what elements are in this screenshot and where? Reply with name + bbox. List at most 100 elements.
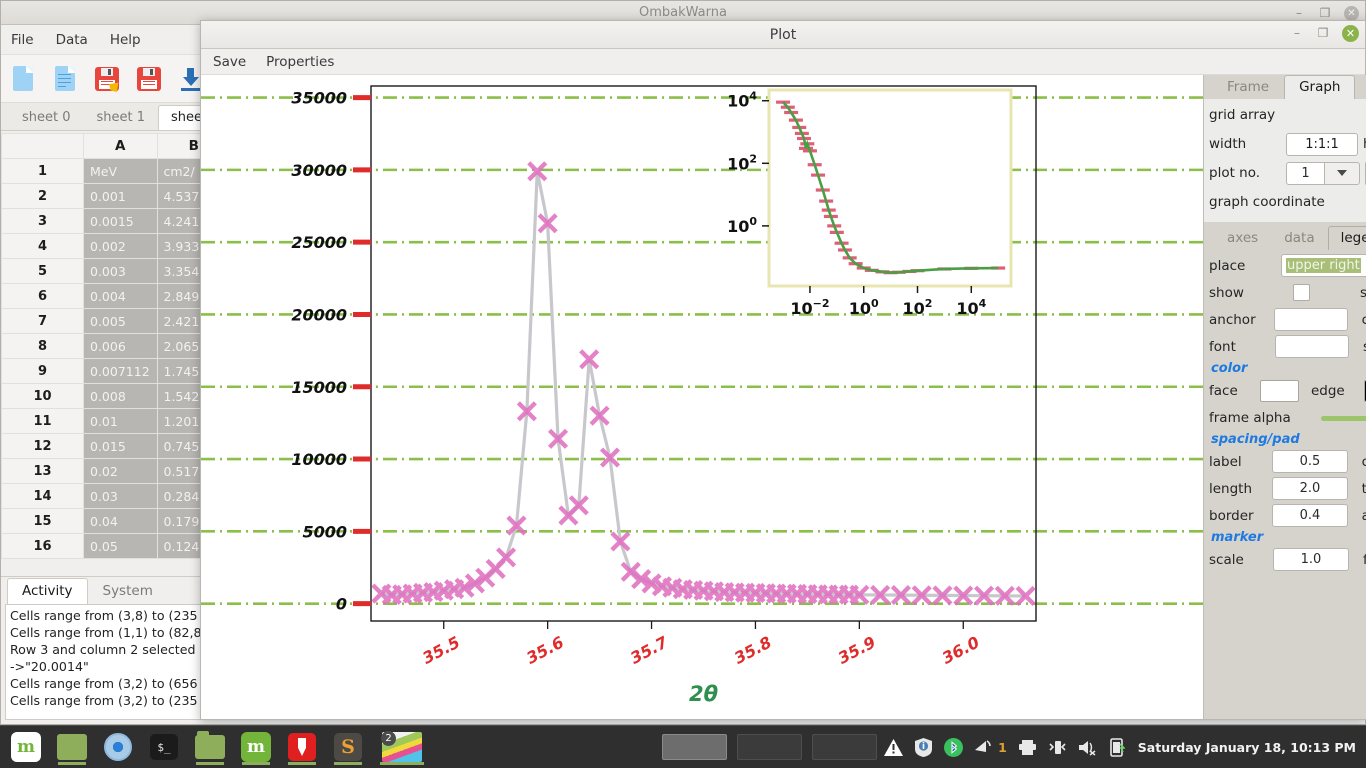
mint-menu-icon[interactable]: m: [6, 729, 46, 765]
chromium-icon[interactable]: [98, 729, 138, 765]
cell-a[interactable]: 0.04: [84, 509, 158, 534]
ombakwarna-icon[interactable]: 2: [374, 729, 430, 765]
cell-a[interactable]: 0.0015: [84, 209, 158, 234]
tab-legend[interactable]: legend: [1328, 226, 1366, 250]
table-row[interactable]: 30.00154.241: [2, 209, 231, 234]
cell-a[interactable]: 0.008: [84, 384, 158, 409]
plot-maximize-icon[interactable]: ❐: [1316, 26, 1330, 40]
maximize-icon[interactable]: ❐: [1318, 6, 1332, 20]
table-row[interactable]: 70.0052.421: [2, 309, 231, 334]
sheet-tab-1[interactable]: sheet 1: [84, 105, 159, 130]
place-value-wrap[interactable]: upper right: [1281, 254, 1366, 277]
close-icon[interactable]: ✕: [1344, 6, 1359, 21]
table-row[interactable]: 90.0071121.745: [2, 359, 231, 384]
plot-menu-save[interactable]: Save: [213, 54, 246, 70]
cell-a[interactable]: 0.007112: [84, 359, 158, 384]
row-header[interactable]: 13: [2, 459, 84, 484]
row-header[interactable]: 7: [2, 309, 84, 334]
cell-a[interactable]: 0.01: [84, 409, 158, 434]
table-row[interactable]: 100.0081.542: [2, 384, 231, 409]
cell-a[interactable]: 0.05: [84, 534, 158, 559]
window-icon[interactable]: [52, 729, 92, 765]
save-as-icon[interactable]: [93, 65, 121, 93]
row-header[interactable]: 15: [2, 509, 84, 534]
taskbar-window-2[interactable]: [737, 734, 802, 760]
network-disconnected-icon[interactable]: [1048, 738, 1067, 757]
grid-corner[interactable]: [2, 134, 84, 159]
table-row[interactable]: 120.0150.745: [2, 434, 231, 459]
shield-icon[interactable]: [914, 738, 933, 757]
menu-data[interactable]: Data: [56, 32, 88, 48]
pad-length-input[interactable]: 2.0: [1272, 477, 1347, 500]
sheet-tab-0[interactable]: sheet 0: [9, 105, 84, 130]
mint-installer-icon[interactable]: m: [236, 729, 276, 765]
warning-icon[interactable]: [884, 738, 903, 757]
update-icon[interactable]: [974, 738, 993, 757]
sublime-icon[interactable]: S: [328, 729, 368, 765]
table-row[interactable]: 20.0014.537: [2, 184, 231, 209]
files-icon[interactable]: [190, 729, 230, 765]
table-row[interactable]: 140.030.284: [2, 484, 231, 509]
row-header[interactable]: 8: [2, 334, 84, 359]
menu-file[interactable]: File: [11, 32, 34, 48]
pad-label-input[interactable]: 0.5: [1272, 450, 1347, 473]
cell-a[interactable]: 0.002: [84, 234, 158, 259]
face-color-swatch[interactable]: [1260, 380, 1299, 402]
cell-a[interactable]: 0.003: [84, 259, 158, 284]
plot-no-dropdown[interactable]: 1: [1286, 162, 1360, 185]
table-row[interactable]: 130.020.517: [2, 459, 231, 484]
legend-font-input[interactable]: [1275, 335, 1349, 358]
plot-no-chevron-down-icon[interactable]: [1324, 162, 1360, 185]
menu-help[interactable]: Help: [110, 32, 141, 48]
row-header[interactable]: 6: [2, 284, 84, 309]
row-header[interactable]: 9: [2, 359, 84, 384]
tab-axes[interactable]: axes: [1214, 226, 1271, 250]
row-header[interactable]: 12: [2, 434, 84, 459]
printer-icon[interactable]: [1018, 738, 1037, 757]
place-dropdown[interactable]: upper right: [1281, 254, 1366, 277]
cell-a[interactable]: 0.02: [84, 459, 158, 484]
cell-a[interactable]: MeV: [84, 159, 158, 184]
spreadsheet-grid[interactable]: A B 1MeVcm2/20.0014.53730.00154.24140.00…: [1, 133, 231, 574]
row-header[interactable]: 16: [2, 534, 84, 559]
plot-close-icon[interactable]: ✕: [1342, 25, 1359, 42]
row-header[interactable]: 14: [2, 484, 84, 509]
table-row[interactable]: 110.011.201: [2, 409, 231, 434]
row-header[interactable]: 11: [2, 409, 84, 434]
table-row[interactable]: 80.0062.065: [2, 334, 231, 359]
tab-activity[interactable]: Activity: [7, 578, 88, 604]
frame-alpha-slider[interactable]: [1321, 407, 1366, 429]
taskbar-window-3[interactable]: [812, 734, 877, 760]
column-header-a[interactable]: A: [84, 134, 158, 159]
row-header[interactable]: 4: [2, 234, 84, 259]
row-header[interactable]: 1: [2, 159, 84, 184]
plot-minimize-icon[interactable]: –: [1290, 26, 1304, 40]
show-checkbox[interactable]: [1293, 284, 1310, 301]
minimize-icon[interactable]: –: [1292, 6, 1306, 20]
cell-a[interactable]: 0.004: [84, 284, 158, 309]
table-row[interactable]: 150.040.179: [2, 509, 231, 534]
plot-menu-properties[interactable]: Properties: [266, 54, 334, 70]
taskbar-window-plot[interactable]: [662, 734, 727, 760]
save-icon[interactable]: [135, 65, 163, 93]
volume-muted-icon[interactable]: [1078, 738, 1097, 757]
clock[interactable]: Saturday January 18, 10:13 PM: [1138, 740, 1356, 755]
tab-graph[interactable]: Graph: [1284, 75, 1355, 99]
battery-icon[interactable]: [1108, 738, 1127, 757]
scale-input[interactable]: 1.0: [1273, 548, 1349, 571]
row-header[interactable]: 5: [2, 259, 84, 284]
row-header[interactable]: 2: [2, 184, 84, 209]
cell-a[interactable]: 0.001: [84, 184, 158, 209]
table-row[interactable]: 60.0042.849: [2, 284, 231, 309]
cell-a[interactable]: 0.03: [84, 484, 158, 509]
table-row[interactable]: 40.0023.933: [2, 234, 231, 259]
cell-a[interactable]: 0.005: [84, 309, 158, 334]
pad-border-input[interactable]: 0.4: [1272, 504, 1347, 527]
row-header[interactable]: 3: [2, 209, 84, 234]
plot-canvas[interactable]: 0500010000150002000025000300003500035.53…: [201, 75, 1203, 719]
row-header[interactable]: 10: [2, 384, 84, 409]
table-row[interactable]: 160.050.124: [2, 534, 231, 559]
anchor-input[interactable]: [1274, 308, 1347, 331]
terminal-icon[interactable]: $_: [144, 729, 184, 765]
new-file-icon[interactable]: [9, 65, 37, 93]
